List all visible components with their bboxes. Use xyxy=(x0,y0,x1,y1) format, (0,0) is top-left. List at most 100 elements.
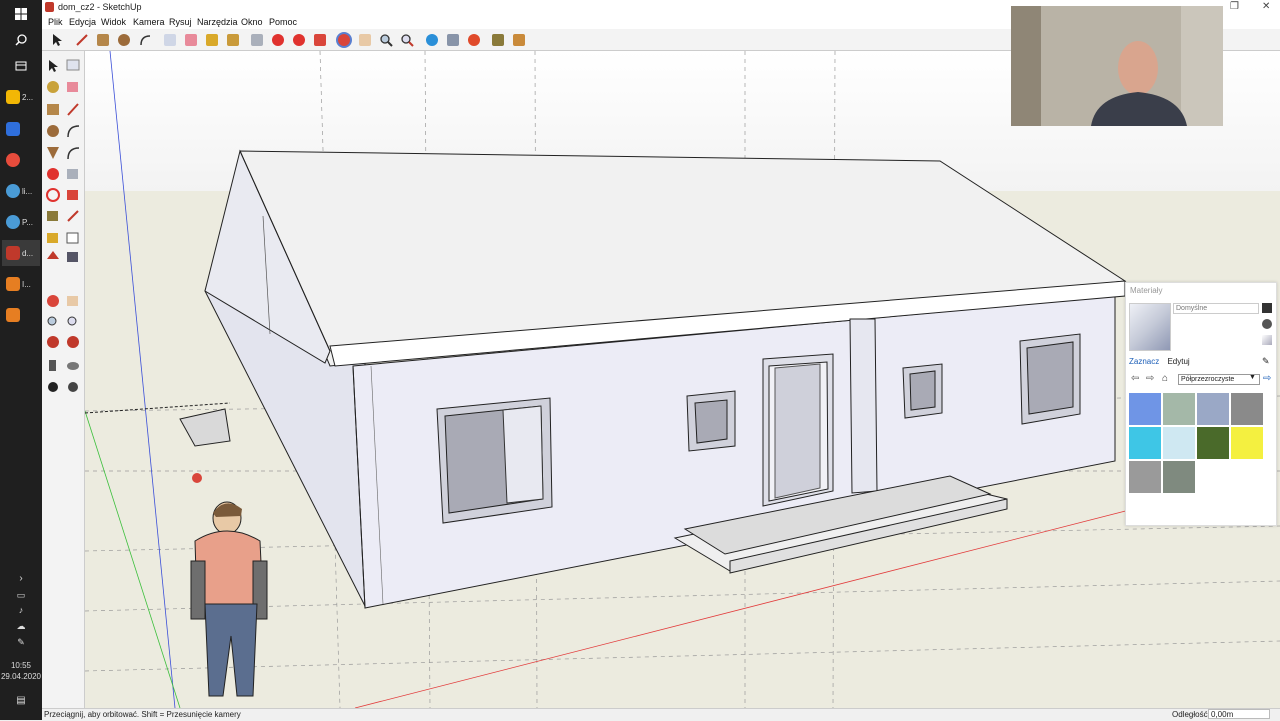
material-swatch[interactable] xyxy=(1197,427,1229,459)
notification-icon[interactable]: ▤ xyxy=(10,690,32,710)
zoom-extents-icon[interactable] xyxy=(398,31,415,48)
3d-warehouse-icon[interactable] xyxy=(444,31,461,48)
materials-tabs: Zaznacz Edytuj xyxy=(1129,357,1196,366)
presenter-video xyxy=(1011,6,1223,126)
sketchup-logo-icon xyxy=(45,2,54,12)
back-arrow-icon[interactable]: ⇦ xyxy=(1131,373,1139,384)
materials-nav: ⇦ ⇨ ⌂ Półprzezroczyste ▼ ⇨ xyxy=(1129,373,1273,386)
house-model-scene xyxy=(85,51,1280,708)
taskbar-app-recorder[interactable] xyxy=(2,302,40,328)
material-swatch[interactable] xyxy=(1163,393,1195,425)
menu-widok[interactable]: Widok xyxy=(101,17,126,27)
close-icon[interactable]: ✕ xyxy=(1262,1,1270,12)
task-view-icon[interactable] xyxy=(10,56,32,76)
taskbar-app-label: d... xyxy=(22,248,34,258)
windows-start-icon[interactable] xyxy=(10,4,32,24)
taskbar-app-sketchup[interactable]: d... xyxy=(2,240,40,266)
make-component-icon[interactable] xyxy=(161,31,178,48)
sample-paint-icon[interactable] xyxy=(1262,319,1272,329)
arc-tool-icon[interactable] xyxy=(136,31,153,48)
tab-edit[interactable]: Edytuj xyxy=(1167,357,1189,366)
material-swatch[interactable] xyxy=(1231,393,1263,425)
clock-date: 29.04.2020 xyxy=(0,672,42,681)
record-icon xyxy=(6,308,20,322)
menu-okno[interactable]: Okno xyxy=(241,17,263,27)
app-icon xyxy=(6,153,20,167)
extension-warehouse-icon[interactable] xyxy=(489,31,506,48)
search-icon[interactable] xyxy=(10,30,32,50)
materials-title: Materiały xyxy=(1130,286,1163,295)
material-name-field[interactable]: Domyślne xyxy=(1173,303,1259,314)
tool-grid-icons[interactable] xyxy=(42,51,84,396)
select-tool-icon[interactable] xyxy=(48,31,65,48)
large-tool-set xyxy=(42,51,85,708)
app-icon xyxy=(6,277,20,291)
status-message: Przeciągnij, aby orbitować. Shift = Prze… xyxy=(44,710,241,719)
move-tool-icon[interactable] xyxy=(269,31,286,48)
offset-tool-icon[interactable] xyxy=(311,31,328,48)
material-swatch[interactable] xyxy=(1163,461,1195,493)
taskbar-app-label: I... xyxy=(22,279,31,289)
extension-manager-icon[interactable] xyxy=(510,31,527,48)
material-swatch[interactable] xyxy=(1197,393,1229,425)
restore-icon[interactable]: ❐ xyxy=(1230,1,1239,12)
taskbar-clock[interactable]: 10:55 29.04.2020 xyxy=(0,660,42,682)
orbit-tool-icon[interactable] xyxy=(335,31,352,48)
home-icon[interactable]: ⌂ xyxy=(1162,373,1168,384)
taskbar-app-save[interactable] xyxy=(2,116,40,142)
chevron-down-icon[interactable]: ▼ xyxy=(1249,374,1256,381)
tab-select[interactable]: Zaznacz xyxy=(1129,357,1159,366)
eraser-tool-icon[interactable] xyxy=(182,31,199,48)
material-preview xyxy=(1129,303,1171,351)
chrome-icon xyxy=(6,184,20,198)
taskbar-app-settings[interactable] xyxy=(2,147,40,173)
material-swatch[interactable] xyxy=(1129,427,1161,459)
rectangle-tool-icon[interactable] xyxy=(94,31,111,48)
circle-tool-icon[interactable] xyxy=(115,31,132,48)
rotate-tool-icon[interactable] xyxy=(290,31,307,48)
geo-location-icon[interactable] xyxy=(423,31,440,48)
menu-pomoc[interactable]: Pomoc xyxy=(269,17,297,27)
forward-arrow-icon[interactable]: ⇨ xyxy=(1146,373,1154,384)
taskbar-app-chrome-1[interactable]: li... xyxy=(2,178,40,204)
floppy-icon xyxy=(6,122,20,136)
create-material-icon[interactable] xyxy=(1262,303,1272,313)
menu-narzedzia[interactable]: Narzędzia xyxy=(197,17,238,27)
taskbar-app-label: li... xyxy=(22,186,33,196)
paint-bucket-icon[interactable] xyxy=(224,31,241,48)
material-swatch[interactable] xyxy=(1231,427,1263,459)
zoom-tool-icon[interactable] xyxy=(377,31,394,48)
share-model-icon[interactable] xyxy=(465,31,482,48)
windows-taskbar: 2... li... P... d... I... › ▭ ♪ ☁ ✎ 10:5… xyxy=(0,0,42,720)
folder-icon xyxy=(6,90,20,104)
menu-rysuj[interactable]: Rysuj xyxy=(169,17,192,27)
material-swatch[interactable] xyxy=(1129,461,1161,493)
collection-select[interactable]: Półprzezroczyste xyxy=(1178,374,1260,385)
taskbar-app-other[interactable]: I... xyxy=(2,271,40,297)
model-viewport[interactable] xyxy=(85,51,1280,708)
default-material-icon[interactable] xyxy=(1262,335,1272,345)
menu-plik[interactable]: Plik xyxy=(48,17,63,27)
tape-measure-icon[interactable] xyxy=(203,31,220,48)
menu-edycja[interactable]: Edycja xyxy=(69,17,96,27)
status-bar: Przeciągnij, aby orbitować. Shift = Prze… xyxy=(42,708,1280,721)
taskbar-app-label: P... xyxy=(22,217,33,227)
line-tool-icon[interactable] xyxy=(73,31,90,48)
distance-input[interactable]: 0,00m xyxy=(1208,709,1270,719)
pan-tool-icon[interactable] xyxy=(356,31,373,48)
material-swatch[interactable] xyxy=(1129,393,1161,425)
taskbar-app-explorer[interactable]: 2... xyxy=(2,84,40,110)
materials-panel: Materiały Domyślne Zaznacz Edytuj ✎ ⇦ ⇨ … xyxy=(1125,282,1277,526)
pen-icon[interactable]: ✎ xyxy=(10,632,32,652)
push-pull-icon[interactable] xyxy=(248,31,265,48)
material-swatch[interactable] xyxy=(1163,427,1195,459)
taskbar-app-chrome-2[interactable]: P... xyxy=(2,209,40,235)
sketchup-icon xyxy=(6,246,20,260)
taskbar-app-label: 2... xyxy=(22,92,34,102)
details-arrow-icon[interactable]: ⇨ xyxy=(1263,373,1271,384)
webcam-overlay xyxy=(1011,6,1223,126)
distance-label: Odległość xyxy=(1172,710,1208,719)
chrome-icon xyxy=(6,215,20,229)
menu-kamera[interactable]: Kamera xyxy=(133,17,165,27)
eyedropper-icon[interactable]: ✎ xyxy=(1262,356,1270,367)
